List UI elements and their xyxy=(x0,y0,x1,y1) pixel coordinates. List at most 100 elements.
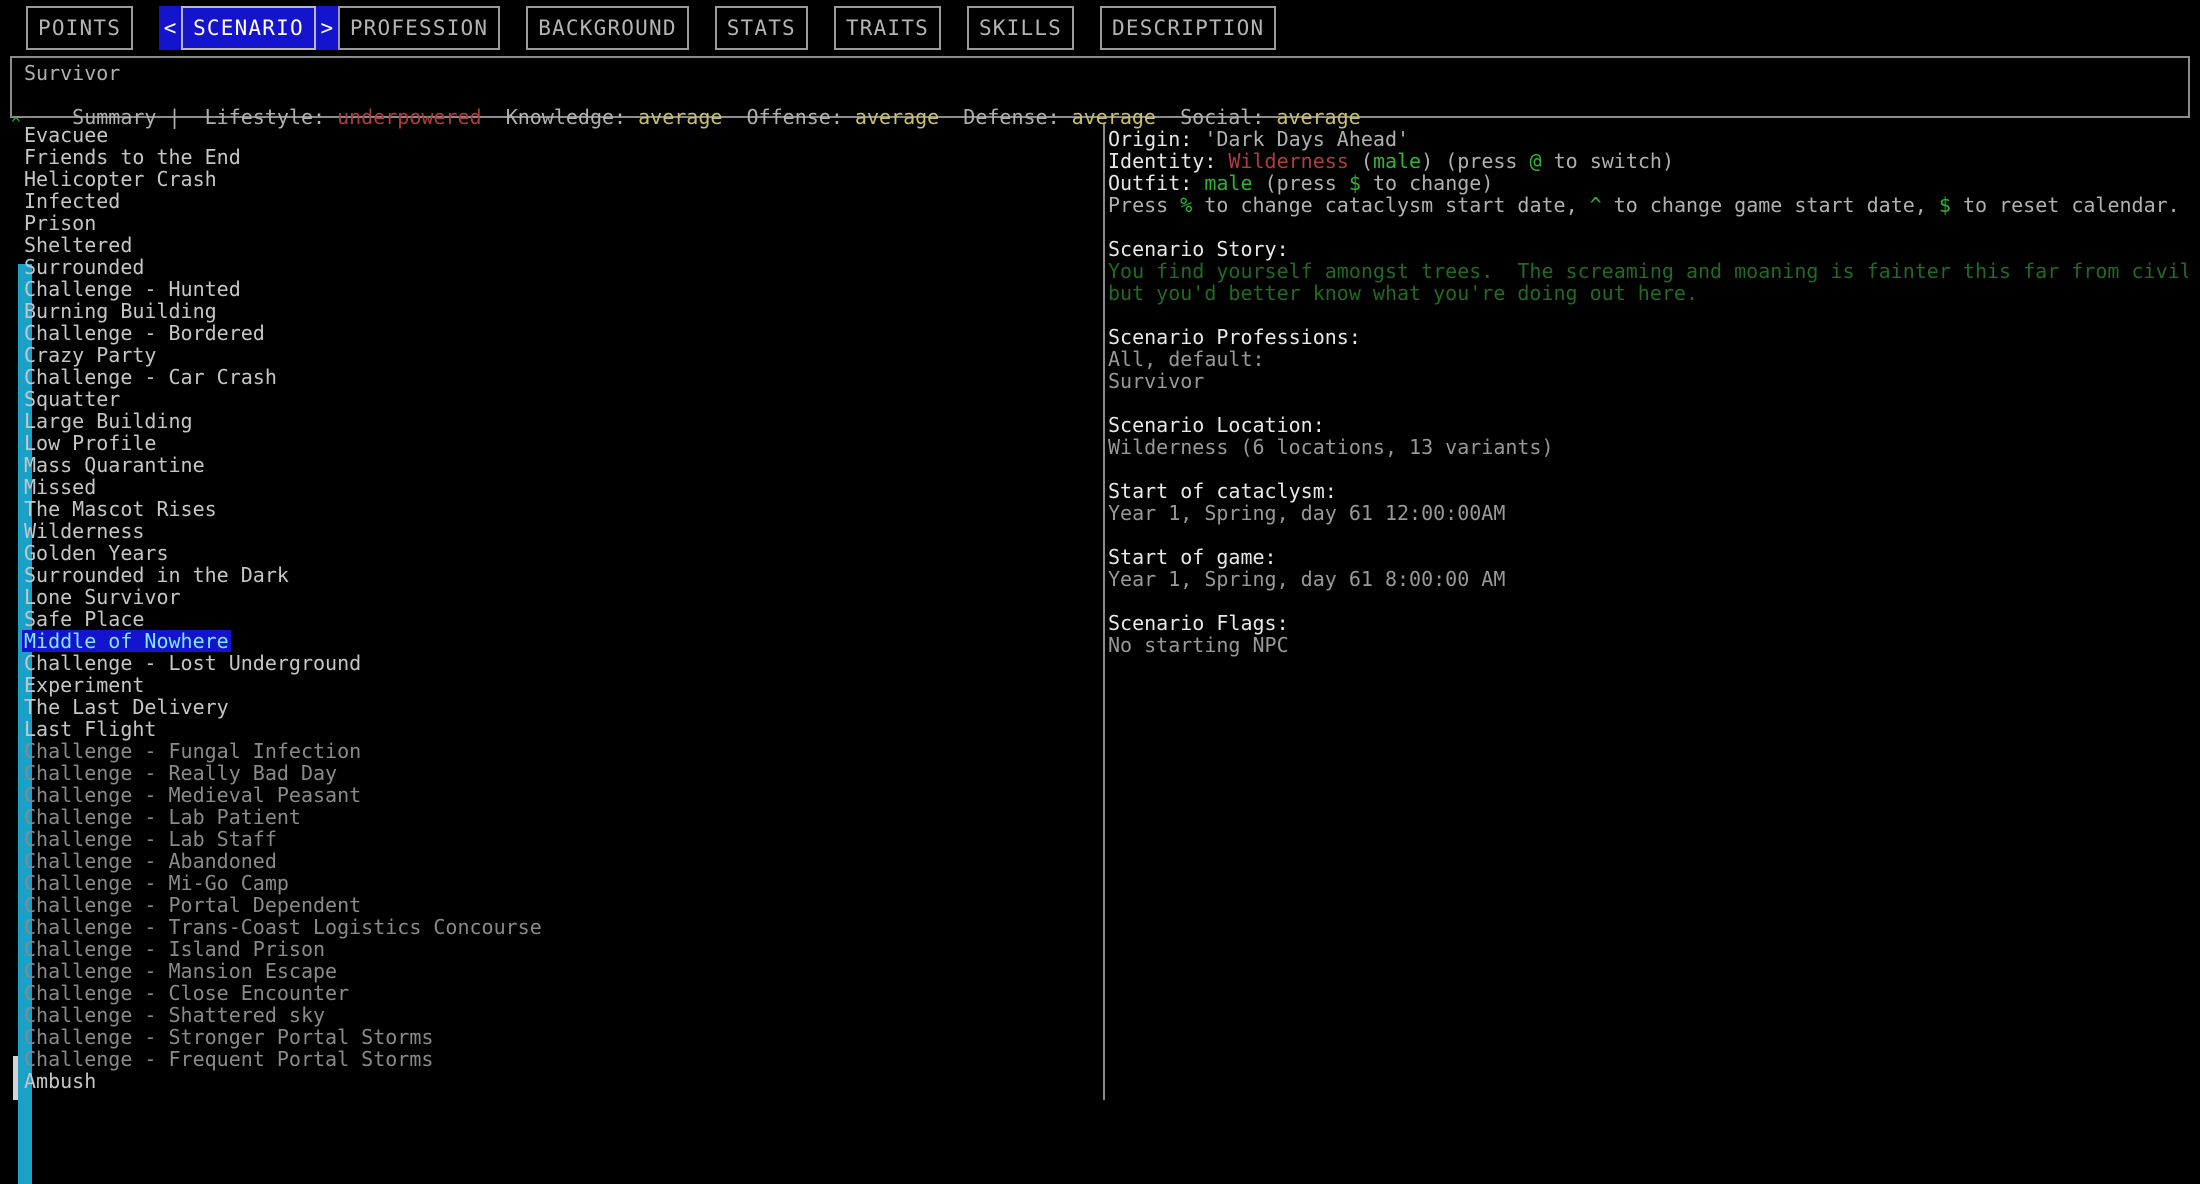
outfit-hint-key: $ xyxy=(1348,171,1361,195)
cataclysm-start-heading: Start of cataclysm: xyxy=(1108,479,1337,503)
list-item[interactable]: Challenge - Medieval Peasant xyxy=(22,784,363,806)
origin-label: Origin: xyxy=(1108,128,1193,151)
calendar-key-2: ^ xyxy=(1589,193,1602,217)
list-item[interactable]: Low Profile xyxy=(22,432,158,454)
detail-outfit: Outfit: male (press $ to change) xyxy=(1108,172,2188,194)
summary-profession: Survivor xyxy=(24,61,121,85)
list-item[interactable]: Surrounded in the Dark xyxy=(22,564,291,586)
location-heading: Scenario Location: xyxy=(1108,413,1325,437)
identity-hint-pre: (press xyxy=(1445,149,1530,173)
identity-hint-key: @ xyxy=(1529,149,1542,173)
story-line-1: You find yourself amongst trees. The scr… xyxy=(1108,259,2188,283)
list-item[interactable]: Crazy Party xyxy=(22,344,158,366)
summary-stat-name: Social: xyxy=(1180,105,1277,129)
tab-gap xyxy=(689,0,715,1)
calendar-hint-2: to change cataclysm start date, xyxy=(1192,193,1590,217)
list-item[interactable]: Middle of Nowhere xyxy=(22,630,231,652)
list-item[interactable]: Squatter xyxy=(22,388,122,410)
list-item[interactable]: Challenge - Lost Underground xyxy=(22,652,363,674)
tab-gap xyxy=(808,0,834,1)
list-item[interactable]: Challenge - Lab Patient xyxy=(22,806,303,828)
list-item[interactable]: Challenge - Abandoned xyxy=(22,850,279,872)
tab-points[interactable]: POINTS xyxy=(26,6,134,50)
list-item[interactable]: The Mascot Rises xyxy=(22,498,219,520)
origin-value: 'Dark Days Ahead' xyxy=(1204,128,1410,151)
professions-line-2: Survivor xyxy=(1108,369,1205,393)
list-item[interactable]: Missed xyxy=(22,476,98,498)
list-item[interactable]: Prison xyxy=(22,212,98,234)
summary-gap xyxy=(1156,105,1180,129)
list-item[interactable]: Challenge - Island Prison xyxy=(22,938,327,960)
calendar-key-1: % xyxy=(1180,193,1193,217)
list-item[interactable]: The Last Delivery xyxy=(22,696,231,718)
tab-scenario[interactable]: SCENARIO xyxy=(181,6,316,50)
calendar-key-3: $ xyxy=(1938,193,1951,217)
list-item[interactable]: Challenge - Mi-Go Camp xyxy=(22,872,291,894)
story-line-2: but you'd better know what you're doing … xyxy=(1108,281,1699,305)
scenario-flags-value: No starting NPC xyxy=(1108,633,1289,657)
list-item[interactable]: Challenge - Shattered sky xyxy=(22,1004,327,1026)
list-item[interactable]: Sheltered xyxy=(22,234,134,256)
list-item[interactable]: Evacuee xyxy=(22,124,110,146)
list-item[interactable]: Challenge - Car Crash xyxy=(22,366,279,388)
tab-profession[interactable]: PROFESSION xyxy=(337,6,501,50)
list-item[interactable]: Helicopter Crash xyxy=(22,168,219,190)
list-item[interactable]: Ambush xyxy=(22,1070,98,1092)
next-tab-arrow-icon[interactable]: > xyxy=(315,6,338,50)
prev-tab-arrow-icon[interactable]: < xyxy=(159,6,182,50)
list-item[interactable]: Challenge - Portal Dependent xyxy=(22,894,363,916)
list-item[interactable]: Challenge - Trans-Coast Logistics Concou… xyxy=(22,916,544,938)
tab-gap xyxy=(133,0,159,1)
tab-traits[interactable]: TRAITS xyxy=(833,6,941,50)
list-item[interactable]: Friends to the End xyxy=(22,146,243,168)
story-heading: Scenario Story: xyxy=(1108,237,1289,261)
summary-stat-value: average xyxy=(1276,105,1361,129)
outfit-label: Outfit: xyxy=(1108,171,1193,195)
list-item[interactable]: Infected xyxy=(22,190,122,212)
list-item[interactable]: Challenge - Lab Staff xyxy=(22,828,279,850)
list-item[interactable]: Challenge - Fungal Infection xyxy=(22,740,363,762)
scenario-details-panel: Origin: 'Dark Days Ahead' Identity: Wild… xyxy=(1108,128,2188,1098)
list-item[interactable]: Challenge - Mansion Escape xyxy=(22,960,339,982)
list-item[interactable]: Wilderness xyxy=(22,520,146,542)
tab-gap xyxy=(941,0,967,1)
list-item[interactable]: Mass Quarantine xyxy=(22,454,207,476)
tab-stats[interactable]: STATS xyxy=(714,6,808,50)
list-item[interactable]: Safe Place xyxy=(22,608,146,630)
list-item[interactable]: Lone Survivor xyxy=(22,586,183,608)
summary-box: Survivor Summary | Lifestyle: underpower… xyxy=(10,56,2190,128)
tab-gap xyxy=(1074,0,1100,1)
list-item[interactable]: Surrounded xyxy=(22,256,146,278)
list-item[interactable]: Challenge - Frequent Portal Storms xyxy=(22,1048,435,1070)
location-value: Wilderness (6 locations, 13 variants) xyxy=(1108,435,1554,459)
calendar-hint-4: to reset calendar. xyxy=(1950,193,2180,217)
list-item[interactable]: Challenge - Bordered xyxy=(22,322,267,344)
list-item[interactable]: Challenge - Close Encounter xyxy=(22,982,351,1004)
list-item[interactable]: Experiment xyxy=(22,674,146,696)
cataclysm-start-value: Year 1, Spring, day 61 12:00:00AM xyxy=(1108,501,1506,525)
tab-description[interactable]: DESCRIPTION xyxy=(1100,6,1277,50)
scenario-list[interactable]: Evacuee Friends to the End Helicopter Cras… xyxy=(0,124,1100,1100)
tab-skills[interactable]: SKILLS xyxy=(966,6,1075,50)
list-item[interactable]: Large Building xyxy=(22,410,195,432)
list-item[interactable]: Challenge - Really Bad Day xyxy=(22,762,339,784)
identity-hint-post: to switch) xyxy=(1541,149,1674,173)
tab-background[interactable]: BACKGROUND xyxy=(526,6,689,50)
list-item[interactable]: Golden Years xyxy=(22,542,171,564)
tab-gap xyxy=(500,0,526,1)
identity-name: Wilderness xyxy=(1228,149,1349,173)
identity-gender: male xyxy=(1372,149,1422,173)
game-start-heading: Start of game: xyxy=(1108,545,1277,569)
outfit-hint-post: to change) xyxy=(1360,171,1494,195)
outfit-hint-pre: (press xyxy=(1264,171,1349,195)
list-item[interactable]: Challenge - Hunted xyxy=(22,278,243,300)
detail-calendar-hint: Press % to change cataclysm start date, … xyxy=(1108,194,2188,216)
list-item[interactable]: Burning Building xyxy=(22,300,219,322)
list-item[interactable]: Challenge - Stronger Portal Storms xyxy=(22,1026,435,1048)
list-item[interactable]: Last Flight xyxy=(22,718,158,740)
